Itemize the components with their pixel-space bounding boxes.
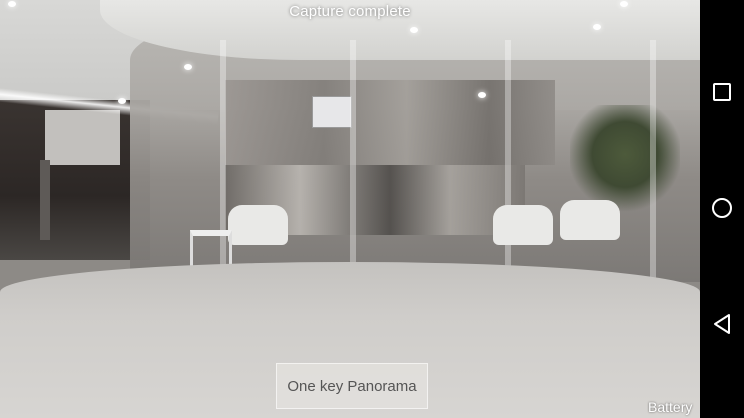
home-button[interactable] (700, 186, 744, 230)
ceiling-light (478, 92, 486, 98)
scene-left-pillar (40, 160, 50, 240)
back-button[interactable] (700, 302, 744, 346)
camera-viewfinder: Capture complete One key Panorama Batter… (0, 0, 700, 418)
ceiling-light (118, 98, 126, 104)
scene-chair (493, 205, 553, 245)
ceiling-light (410, 27, 418, 33)
ceiling-light (593, 24, 601, 30)
scene-glass-mullion (350, 40, 356, 280)
ceiling-light (184, 64, 192, 70)
scene-chair (560, 200, 620, 240)
triangle-back-icon (714, 314, 730, 334)
android-navigation-bar (700, 0, 744, 418)
capture-status-text: Capture complete (289, 3, 411, 20)
recents-button[interactable] (700, 70, 744, 114)
scene-plant (570, 105, 680, 215)
scene-chair (228, 205, 288, 245)
scene-left-window (45, 110, 120, 165)
scene-glass-mullion (650, 40, 656, 280)
circle-icon (712, 198, 732, 218)
one-key-panorama-button[interactable]: One key Panorama (276, 363, 428, 409)
scene-wall-frame (312, 96, 352, 128)
battery-label: Battery (648, 399, 693, 415)
square-icon (713, 83, 731, 101)
